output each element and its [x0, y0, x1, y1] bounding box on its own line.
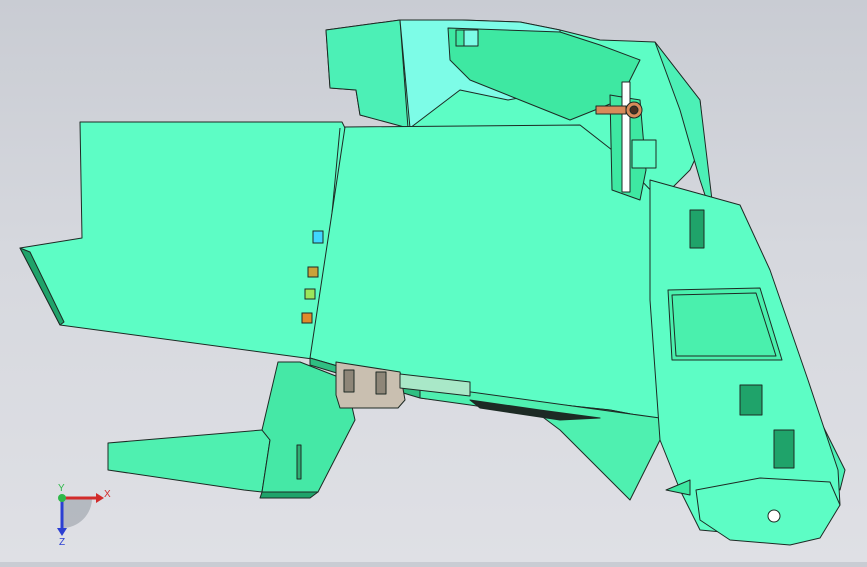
y-axis-label: Y — [58, 483, 65, 494]
pin-cyan — [312, 230, 324, 244]
z-axis-label: Z — [59, 537, 65, 546]
triad-shadow — [62, 498, 92, 528]
mount-hole — [767, 509, 781, 523]
slot-mark — [296, 444, 302, 480]
left-flat-panel — [19, 121, 346, 361]
lower-left-leg-edge — [259, 491, 319, 499]
guide-rail — [621, 81, 631, 193]
top-body-left-face — [325, 19, 409, 129]
vent-slot-3 — [773, 429, 795, 469]
coordinate-triad: X Y Z — [44, 482, 114, 548]
3d-model-viewport[interactable] — [0, 0, 867, 562]
vent-slot-1 — [689, 209, 705, 249]
vent-slot-2 — [739, 384, 763, 416]
right-lower-foot — [695, 477, 841, 546]
mechanism-block — [631, 139, 657, 169]
bracket-slot-b — [375, 371, 387, 395]
lower-left-leg — [107, 429, 271, 493]
pin-lime — [304, 288, 316, 300]
pin-gold — [307, 266, 319, 278]
x-axis-label: X — [104, 489, 111, 500]
cad-assembly-model[interactable] — [0, 0, 867, 562]
bolt — [595, 105, 627, 115]
y-axis-dot — [58, 494, 66, 502]
pin-orange — [301, 312, 313, 324]
bracket-slot-a — [343, 369, 355, 393]
